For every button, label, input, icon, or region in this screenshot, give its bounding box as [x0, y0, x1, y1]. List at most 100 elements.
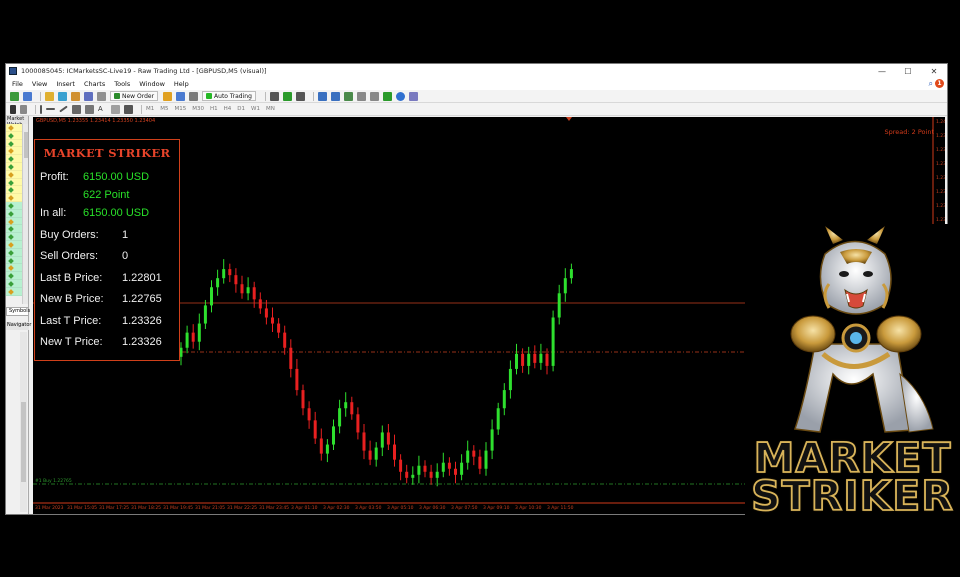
market-watch-row[interactable] — [6, 225, 22, 234]
candlestick-icon[interactable] — [282, 91, 292, 101]
last-t-price-label: Last T Price: — [40, 315, 102, 327]
market-watch-row[interactable] — [6, 272, 22, 280]
label-icon[interactable] — [111, 104, 120, 114]
menu-file[interactable]: File — [12, 80, 23, 88]
candle-body — [527, 353, 531, 366]
candle-body — [258, 299, 262, 309]
terminal-icon[interactable] — [84, 91, 93, 101]
navigator-scrollbar[interactable] — [20, 332, 27, 512]
market-watch-row[interactable] — [6, 209, 22, 218]
metaeditor-icon[interactable] — [163, 91, 173, 101]
navigator-scroll-thumb[interactable] — [21, 402, 26, 482]
close-button[interactable]: ✕ — [921, 67, 947, 76]
menu-tools[interactable]: Tools — [114, 80, 130, 88]
candle-body — [344, 402, 348, 409]
crosshair-icon[interactable] — [20, 104, 27, 114]
market-watch-scroll-thumb[interactable] — [24, 132, 28, 158]
notification-badge[interactable]: 1 — [935, 79, 944, 88]
timeframe-m30[interactable]: M30 — [192, 106, 204, 112]
candle-body — [228, 269, 232, 276]
market-watch-row[interactable] — [6, 264, 22, 273]
maximize-button[interactable]: ☐ — [895, 67, 921, 76]
navigator-icon[interactable] — [71, 91, 80, 101]
price-direction-icon — [8, 203, 14, 209]
zoom-in-icon[interactable] — [317, 91, 327, 101]
fibonacci-icon[interactable] — [85, 104, 94, 114]
market-watch-row[interactable] — [6, 217, 22, 226]
market-watch-row[interactable] — [6, 147, 22, 156]
candle-body — [423, 465, 427, 472]
signals-icon[interactable] — [176, 91, 186, 101]
sell-orders-label: Sell Orders: — [40, 250, 99, 262]
cursor-icon[interactable] — [10, 104, 16, 114]
candle-body — [222, 269, 226, 279]
auto-trading-button[interactable]: Auto Trading — [202, 91, 256, 101]
market-watch-row[interactable] — [6, 256, 22, 265]
timeframe-mn[interactable]: MN — [266, 106, 275, 112]
new-chart-icon[interactable] — [10, 91, 19, 101]
candle-body — [490, 429, 494, 451]
profiles-icon[interactable] — [23, 91, 32, 101]
market-watch-icon[interactable] — [45, 91, 54, 101]
market-watch-row[interactable] — [6, 287, 22, 296]
timeframe-m1[interactable]: M1 — [146, 106, 154, 112]
timeframe-h4[interactable]: H4 — [224, 106, 232, 112]
tester-icon[interactable] — [97, 91, 106, 101]
tab-symbols[interactable]: Symbols — [6, 307, 30, 316]
market-watch-row[interactable] — [6, 139, 22, 148]
market-watch-row[interactable] — [6, 233, 22, 241]
chart-symbol-label: GBPUSD,M5 1.23355 1.23414 1.23350 1.2340… — [36, 118, 156, 124]
timeframe-h1[interactable]: H1 — [210, 106, 218, 112]
menu-view[interactable]: View — [32, 80, 47, 88]
chart-shift-icon[interactable] — [356, 91, 366, 101]
market-watch-row[interactable] — [6, 194, 22, 202]
market-watch-row[interactable] — [6, 248, 22, 257]
menu-insert[interactable]: Insert — [56, 80, 75, 88]
candle-body — [362, 432, 366, 451]
bar-chart-icon[interactable] — [269, 91, 279, 101]
market-watch-row[interactable] — [6, 240, 22, 249]
market-watch-row[interactable] — [6, 162, 22, 171]
arrows-icon[interactable] — [124, 104, 133, 114]
market-watch-row[interactable] — [6, 201, 22, 210]
data-window-icon[interactable] — [58, 91, 67, 101]
market-watch-scrollbar[interactable] — [22, 124, 28, 304]
market-watch-row[interactable] — [6, 155, 22, 163]
menu-help[interactable]: Help — [174, 80, 189, 88]
text-icon[interactable]: A — [98, 105, 107, 114]
market-watch-row[interactable] — [6, 279, 22, 288]
auto-scroll-icon[interactable] — [369, 91, 379, 101]
market-watch-row[interactable] — [6, 186, 22, 195]
line-chart-icon[interactable] — [295, 91, 305, 101]
new-t-price-value: 1.23326 — [122, 336, 162, 348]
market-watch-row[interactable] — [6, 178, 22, 187]
timeframe-m15[interactable]: M15 — [175, 106, 187, 112]
new-order-button[interactable]: New Order — [110, 91, 159, 101]
vertical-line-icon[interactable] — [40, 104, 42, 114]
candle-body — [411, 474, 415, 478]
menu-window[interactable]: Window — [139, 80, 165, 88]
timeframe-m5[interactable]: M5 — [160, 106, 168, 112]
zoom-out-icon[interactable] — [330, 91, 340, 101]
menu-charts[interactable]: Charts — [84, 80, 105, 88]
search-icon[interactable]: ⌕ — [929, 79, 933, 89]
candle-body — [429, 471, 433, 478]
channel-icon[interactable] — [72, 104, 81, 114]
minimize-button[interactable]: — — [869, 67, 895, 76]
periods-icon[interactable] — [395, 91, 405, 101]
indicators-icon[interactable] — [382, 91, 392, 101]
auto-trading-icon — [206, 93, 213, 99]
price-direction-icon — [8, 156, 14, 163]
timeframe-d1[interactable]: D1 — [237, 106, 245, 112]
time-tick-label: 31 Mar 22:25 — [227, 506, 258, 511]
market-watch-row[interactable] — [6, 170, 22, 179]
vps-icon[interactable] — [189, 91, 199, 101]
horizontal-line-icon[interactable] — [46, 108, 55, 110]
trendline-icon[interactable] — [59, 105, 68, 113]
candle-body — [368, 450, 372, 460]
market-watch-row[interactable] — [6, 124, 22, 132]
tile-windows-icon[interactable] — [343, 91, 353, 101]
market-watch-row[interactable] — [6, 131, 22, 140]
timeframe-w1[interactable]: W1 — [251, 106, 260, 112]
templates-icon[interactable] — [408, 91, 418, 101]
